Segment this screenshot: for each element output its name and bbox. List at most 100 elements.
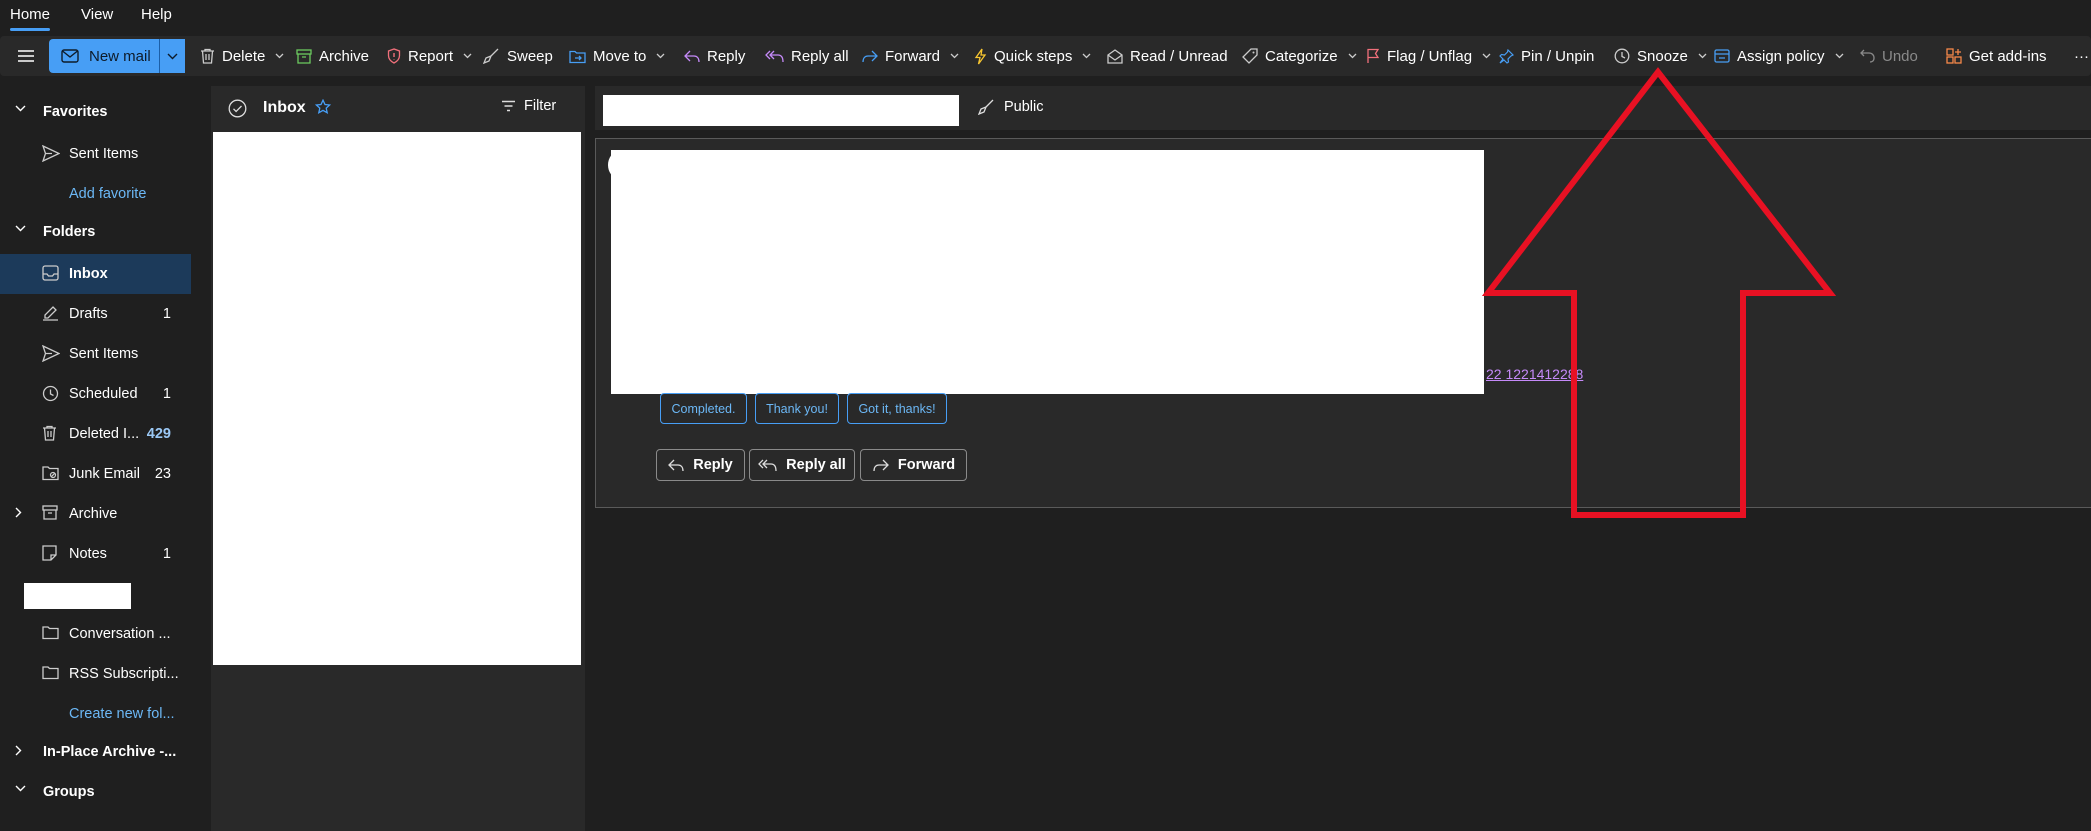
get-add-ins-button[interactable]: Get add-ins — [1946, 36, 2047, 76]
message-id-link[interactable]: 22 1221412288 — [1486, 366, 1583, 382]
categorize-label: Categorize — [1265, 47, 1338, 65]
pencil-icon — [42, 305, 59, 321]
chevron-down-icon — [15, 105, 26, 112]
send-icon — [42, 145, 60, 162]
sidebar-item-rss-subscriptions[interactable]: RSS Subscripti... — [0, 654, 191, 694]
reply-all-button[interactable]: Reply all — [749, 449, 855, 481]
forward-button[interactable]: Forward — [861, 36, 959, 76]
sidebar-item-scheduled[interactable]: Scheduled 1 — [0, 374, 191, 414]
archive-icon — [296, 48, 312, 64]
create-new-folder-link[interactable]: Create new fol... — [0, 694, 191, 734]
sidebar-item-archive[interactable]: Archive — [0, 494, 191, 534]
chevron-right-icon — [15, 507, 22, 518]
pin-unpin-label: Pin / Unpin — [1521, 47, 1595, 65]
categorize-button[interactable]: Categorize — [1242, 36, 1357, 76]
snooze-button[interactable]: Snooze — [1614, 36, 1707, 76]
groups-section-header[interactable]: Groups — [0, 772, 191, 812]
trash-icon — [42, 425, 57, 441]
favorites-section-header[interactable]: Favorites — [0, 92, 191, 132]
reply-button[interactable]: Reply — [684, 36, 745, 76]
clock-icon — [1614, 48, 1630, 64]
sidebar-item-junk-email[interactable]: Junk Email 23 — [0, 454, 191, 494]
list-title: Inbox — [263, 99, 306, 116]
quick-reply-completed-button[interactable]: Completed. — [660, 393, 747, 424]
flag-unflag-label: Flag / Unflag — [1387, 47, 1473, 65]
favorite-star-icon[interactable] — [315, 99, 331, 115]
pin-icon — [1499, 48, 1514, 64]
sidebar-item-drafts[interactable]: Drafts 1 — [0, 294, 191, 334]
mail-icon — [61, 49, 79, 63]
redacted-message-list — [213, 132, 581, 665]
reply-icon — [668, 459, 684, 472]
message-card: 22 1221412288 Completed. Thank you! Got … — [595, 138, 2091, 508]
move-to-button[interactable]: Move to — [569, 36, 665, 76]
filter-button[interactable]: Filter — [501, 98, 556, 114]
folder-icon — [42, 625, 59, 640]
tab-view[interactable]: View — [81, 6, 113, 23]
favorite-item-label: Sent Items — [69, 146, 139, 162]
reading-pane-header: Public — [595, 86, 2091, 130]
junk-folder-icon — [42, 465, 59, 481]
sidebar-item-label: Inbox — [69, 266, 108, 282]
sidebar-item-inbox[interactable]: Inbox — [0, 254, 191, 294]
reply-all-icon — [765, 50, 784, 63]
undo-label: Undo — [1882, 47, 1918, 65]
delete-button[interactable]: Delete — [200, 36, 284, 76]
read-unread-button[interactable]: Read / Unread — [1107, 36, 1228, 76]
chevron-down-icon — [15, 225, 26, 232]
forward-button[interactable]: Forward — [860, 449, 967, 481]
forward-label: Forward — [885, 47, 941, 65]
forward-icon — [861, 50, 878, 63]
undo-button[interactable]: Undo — [1860, 36, 1918, 76]
assign-policy-button[interactable]: Assign policy — [1714, 36, 1844, 76]
sweep-button[interactable]: Sweep — [483, 36, 553, 76]
reply-button[interactable]: Reply — [656, 449, 745, 481]
quick-reply-label: Thank you! — [766, 401, 828, 416]
note-icon — [42, 545, 57, 561]
archive-button[interactable]: Archive — [296, 36, 369, 76]
quick-steps-button[interactable]: Quick steps — [974, 36, 1091, 76]
filter-label: Filter — [524, 98, 557, 114]
favorite-item-sent-items[interactable]: Sent Items — [0, 134, 191, 174]
tag-icon — [1242, 48, 1258, 64]
report-button[interactable]: Report — [387, 36, 472, 76]
tab-help[interactable]: Help — [141, 6, 172, 23]
chevron-right-icon — [15, 745, 22, 756]
in-place-archive-section-header[interactable]: In-Place Archive -... — [0, 732, 191, 772]
redacted-message-body — [611, 150, 1484, 394]
redacted-folder — [24, 583, 131, 609]
ribbon-toolbar: New mail Delete Archive Report Sweep Mov… — [0, 36, 2091, 76]
sidebar-item-label: Scheduled — [69, 386, 138, 402]
quick-reply-label: Got it, thanks! — [858, 401, 936, 416]
get-add-ins-label: Get add-ins — [1969, 47, 2047, 65]
visibility-label: Public — [1004, 99, 1044, 115]
flag-unflag-button[interactable]: Flag / Unflag — [1366, 36, 1491, 76]
new-mail-dropdown-button[interactable] — [159, 39, 185, 73]
add-favorite-link[interactable]: Add favorite — [0, 174, 191, 214]
hamburger-menu-button[interactable] — [17, 36, 35, 76]
select-all-checkbox[interactable] — [228, 99, 247, 118]
archive-icon — [42, 505, 58, 520]
more-options-button[interactable]: ··· — [2074, 36, 2089, 76]
chevron-down-icon — [1082, 53, 1091, 59]
quick-reply-got-it-button[interactable]: Got it, thanks! — [847, 393, 947, 424]
sidebar-item-sent-items[interactable]: Sent Items — [0, 334, 191, 374]
new-mail-label: New mail — [89, 47, 151, 65]
tab-home[interactable]: Home — [10, 6, 51, 31]
public-visibility-badge[interactable]: Public — [978, 99, 1044, 115]
unread-count: 1 — [162, 306, 171, 322]
sidebar-item-conversation-history[interactable]: Conversation ... — [0, 614, 191, 654]
sidebar-item-label: Notes — [69, 546, 107, 562]
pin-unpin-button[interactable]: Pin / Unpin — [1499, 36, 1594, 76]
quick-reply-thank-you-button[interactable]: Thank you! — [755, 393, 839, 424]
folder-move-icon — [569, 49, 586, 64]
sidebar-item-notes[interactable]: Notes 1 — [0, 534, 191, 574]
sidebar-item-label: Drafts — [69, 306, 108, 322]
message-list-pane: Inbox Filter — [211, 86, 585, 831]
chevron-down-icon — [15, 785, 26, 792]
quick-reply-label: Completed. — [671, 401, 736, 416]
unread-count: 1 — [162, 386, 171, 402]
reply-all-button[interactable]: Reply all — [765, 36, 849, 76]
folders-section-header[interactable]: Folders — [0, 212, 191, 252]
sidebar-item-deleted-items[interactable]: Deleted I... 429 — [0, 414, 191, 454]
